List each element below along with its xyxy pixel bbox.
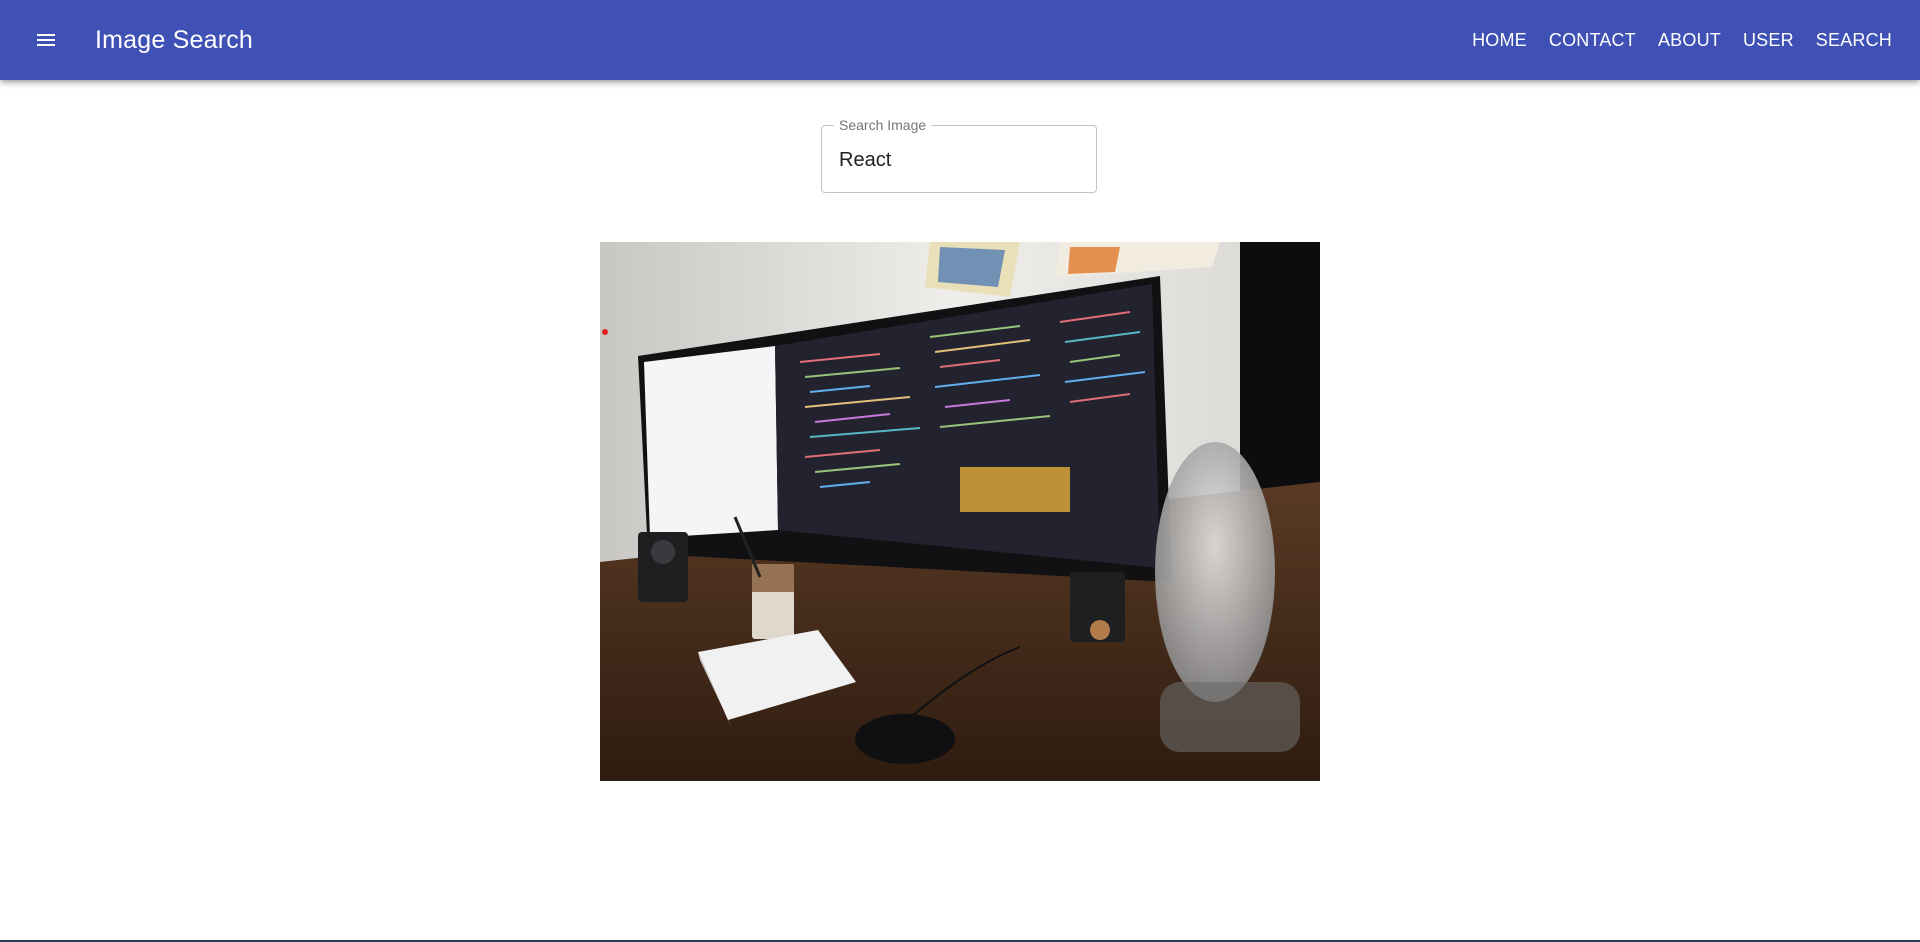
result-image: [600, 242, 1320, 781]
nav-search[interactable]: SEARCH: [1805, 26, 1892, 54]
hamburger-menu-icon: [37, 34, 55, 46]
nav-home[interactable]: HOME: [1461, 26, 1538, 54]
nav-user[interactable]: USER: [1732, 26, 1805, 54]
app-title: Image Search: [95, 26, 254, 54]
app-bar: Image Search HOME CONTACT ABOUT USER SEA…: [0, 0, 1920, 80]
search-field: Search Image: [821, 116, 1099, 195]
nav-contact[interactable]: CONTACT: [1538, 26, 1647, 54]
desk-setup-photo: [600, 242, 1320, 781]
search-label: Search Image: [834, 116, 932, 134]
nav-about[interactable]: ABOUT: [1647, 26, 1732, 54]
menu-button[interactable]: [22, 16, 70, 64]
search-input[interactable]: [839, 147, 1079, 173]
top-nav: HOME CONTACT ABOUT USER SEARCH: [1461, 26, 1892, 54]
